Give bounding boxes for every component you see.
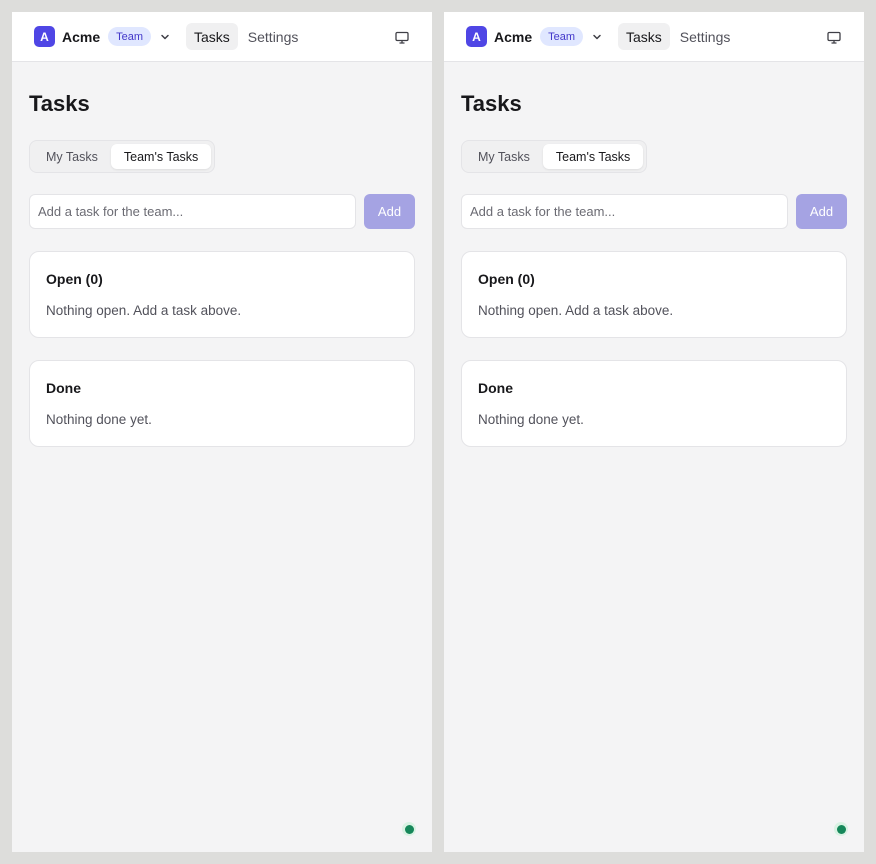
nav-tasks[interactable]: Tasks [186,23,238,50]
done-tasks-title: Done [46,380,81,396]
open-tasks-empty-text: Nothing open. Add a task above. [46,303,242,318]
add-task-row: Add [461,194,847,229]
org-logo: A [466,26,487,47]
add-task-row: Add [29,194,415,229]
app-pane-left: A Acme Team Tasks Settings Tasks My Task… [12,12,432,852]
main-nav: Tasks Settings [186,23,306,50]
monitor-icon[interactable] [826,29,842,45]
nav-settings[interactable]: Settings [672,23,739,50]
tab-teams-tasks[interactable]: Team's Tasks [542,144,644,169]
open-tasks-title: Open (0) [46,271,103,287]
open-tasks-title: Open (0) [478,271,535,287]
done-tasks-card: Done Nothing done yet. [29,360,415,447]
open-tasks-card: Open (0) Nothing open. Add a task above. [461,251,847,338]
task-scope-tabs: My Tasks Team's Tasks [29,140,216,173]
open-tasks-card: Open (0) Nothing open. Add a task above. [29,251,415,338]
page-title: Tasks [29,91,90,116]
done-tasks-empty-text: Nothing done yet. [46,412,152,427]
org-badge: Team [108,27,152,46]
page-title: Tasks [461,91,522,116]
tab-my-tasks[interactable]: My Tasks [465,144,543,169]
nav-settings[interactable]: Settings [240,23,307,50]
open-tasks-empty-text: Nothing open. Add a task above. [478,303,674,318]
tab-my-tasks[interactable]: My Tasks [33,144,111,169]
task-input[interactable] [29,194,356,229]
tab-teams-tasks[interactable]: Team's Tasks [110,144,212,169]
top-bar: A Acme Team Tasks Settings [12,12,432,62]
nav-tasks[interactable]: Tasks [618,23,670,50]
org-badge: Team [540,27,584,46]
done-tasks-card: Done Nothing done yet. [461,360,847,447]
monitor-icon[interactable] [394,29,410,45]
main-content: Tasks My Tasks Team's Tasks Add Open (0)… [12,91,432,447]
done-tasks-empty-text: Nothing done yet. [478,412,584,427]
task-scope-tabs: My Tasks Team's Tasks [461,140,648,173]
app-pane-right: A Acme Team Tasks Settings Tasks My Task… [444,12,864,852]
main-nav: Tasks Settings [618,23,738,50]
org-name: Acme [62,28,101,45]
chevron-down-icon[interactable] [159,31,171,43]
status-dot-icon [834,822,848,836]
task-input[interactable] [461,194,788,229]
done-tasks-title: Done [478,380,513,396]
org-name: Acme [494,28,533,45]
main-content: Tasks My Tasks Team's Tasks Add Open (0)… [444,91,864,447]
status-dot-icon [402,822,416,836]
chevron-down-icon[interactable] [591,31,603,43]
add-task-button[interactable]: Add [796,194,847,229]
add-task-button[interactable]: Add [364,194,415,229]
top-bar: A Acme Team Tasks Settings [444,12,864,62]
org-logo: A [34,26,55,47]
